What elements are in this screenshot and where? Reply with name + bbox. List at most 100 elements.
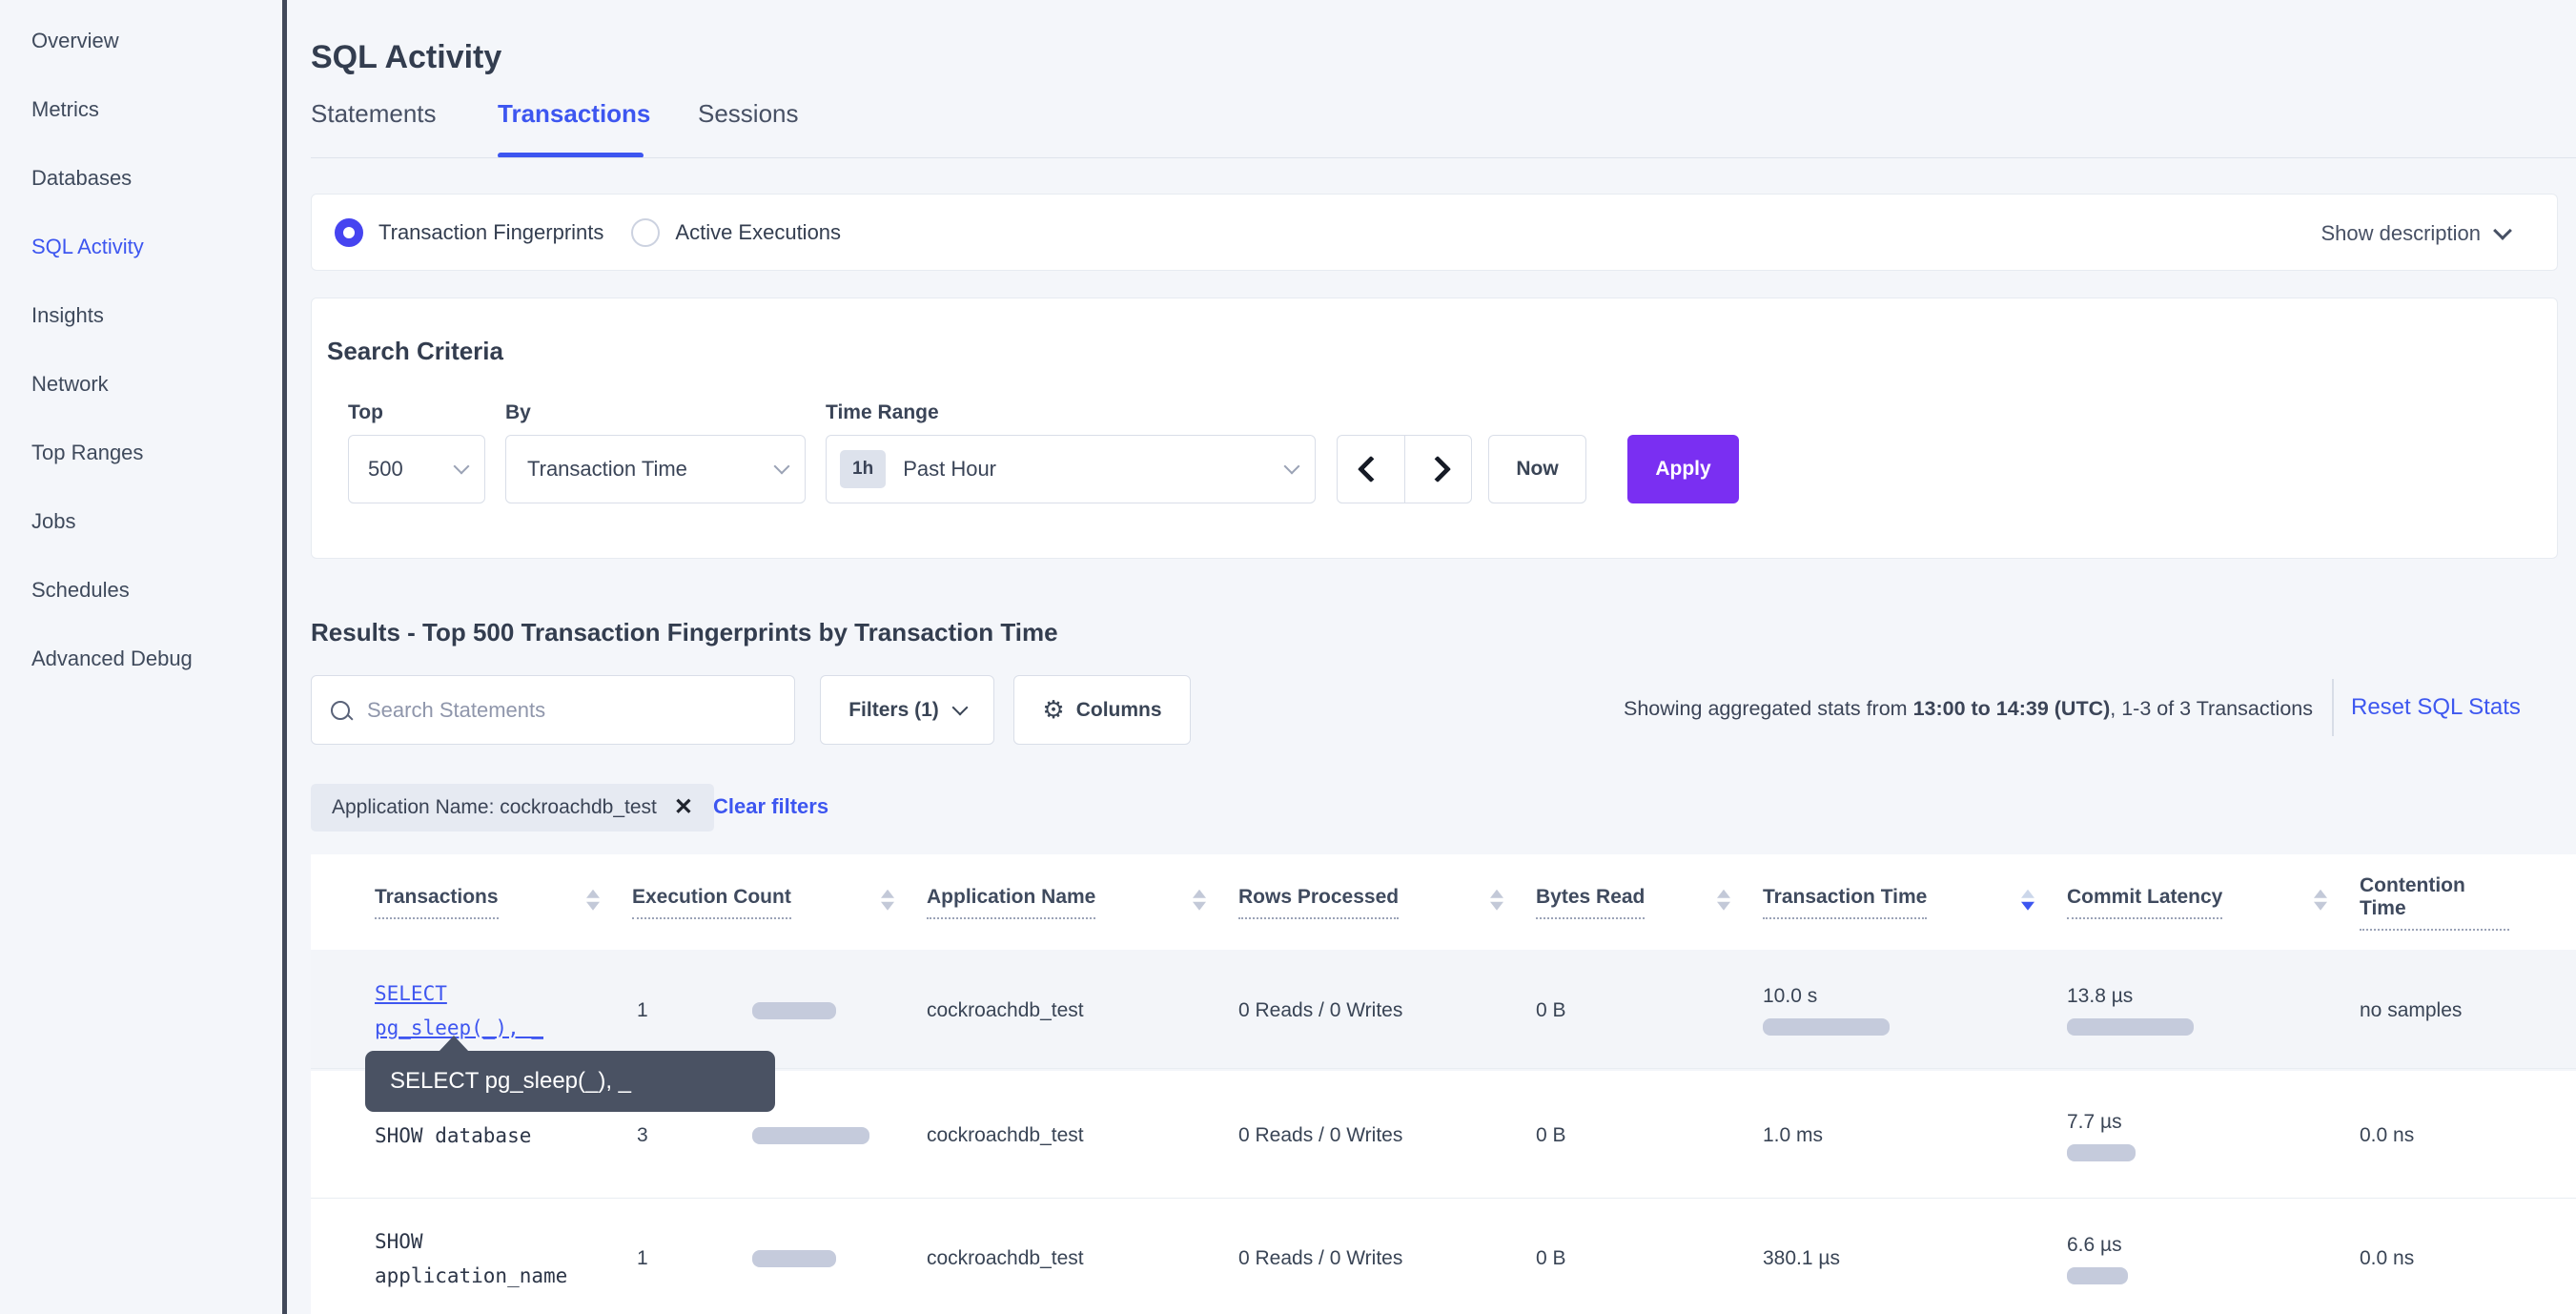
sidebar-item-jobs[interactable]: Jobs: [0, 487, 282, 556]
transaction-time-value: 10.0 s: [1763, 985, 2067, 1008]
contention-time-cell: 0.0 ns: [2360, 1124, 2576, 1147]
sidebar-item-sql-activity[interactable]: SQL Activity: [0, 213, 282, 281]
commit-latency-cell: 6.6 µs: [2067, 1234, 2360, 1284]
column-header-bytes-read: Bytes Read: [1536, 886, 1763, 919]
application-name-cell: cockroachdb_test: [927, 1247, 1238, 1270]
filters-button[interactable]: Filters (1): [820, 675, 994, 745]
chevron-down-icon: [1284, 459, 1300, 475]
transaction-time-value: 1.0 ms: [1763, 1124, 2067, 1147]
sidebar-item-overview[interactable]: Overview: [0, 7, 282, 75]
sort-icon[interactable]: [2314, 890, 2327, 911]
chevron-right-icon: [1424, 456, 1451, 482]
sidebar: Overview Metrics Databases SQL Activity …: [0, 0, 282, 1314]
sort-icon[interactable]: [1193, 890, 1206, 911]
column-header-rows-processed: Rows Processed: [1238, 886, 1536, 919]
transaction-time-cell: 380.1 µs: [1763, 1247, 2067, 1270]
time-range-badge: 1h: [840, 450, 886, 488]
sidebar-item-network[interactable]: Network: [0, 350, 282, 419]
execution-count-bar: [752, 1127, 869, 1144]
aggregated-stats-text: Showing aggregated stats from 13:00 to 1…: [1556, 697, 2313, 721]
table-row[interactable]: SHOW application_name 1 cockroachdb_test…: [311, 1201, 2576, 1314]
column-header-transaction-time: Transaction Time: [1763, 886, 2067, 919]
commit-latency-value: 7.7 µs: [2067, 1111, 2360, 1134]
radio-transaction-fingerprints[interactable]: [335, 218, 363, 247]
reset-sql-stats-link[interactable]: Reset SQL Stats: [2351, 694, 2521, 721]
radio-active-executions[interactable]: [631, 218, 660, 247]
commit-latency-value: 13.8 µs: [2067, 985, 2360, 1008]
apply-button[interactable]: Apply: [1627, 435, 1739, 503]
transaction-time-cell: 10.0 s: [1763, 985, 2067, 1036]
chevron-down-icon: [454, 459, 470, 475]
search-icon: [331, 701, 350, 720]
column-header-label[interactable]: Bytes Read: [1536, 886, 1645, 919]
by-select-value: Transaction Time: [527, 457, 687, 482]
column-header-label[interactable]: Commit Latency: [2067, 886, 2222, 919]
sort-icon[interactable]: [586, 890, 600, 911]
tooltip-arrow: [439, 1036, 469, 1052]
filter-chip-application-name: Application Name: cockroachdb_test ✕: [311, 784, 714, 832]
sidebar-item-top-ranges[interactable]: Top Ranges: [0, 419, 282, 487]
execution-count-cell: 3: [632, 1124, 927, 1147]
sidebar-item-advanced-debug[interactable]: Advanced Debug: [0, 625, 282, 693]
column-header-label[interactable]: Contention Time: [2360, 874, 2509, 931]
execution-count-cell: 1: [632, 1247, 927, 1270]
stats-separator: [2332, 679, 2334, 736]
page-title: SQL Activity: [311, 39, 501, 76]
next-time-range-button[interactable]: [1404, 436, 1472, 503]
search-criteria-title: Search Criteria: [327, 337, 503, 366]
execution-count-cell: 1: [632, 999, 927, 1022]
column-header-label[interactable]: Transaction Time: [1763, 886, 1927, 919]
radio-label-transaction-fingerprints[interactable]: Transaction Fingerprints: [378, 220, 603, 245]
chevron-down-icon: [951, 699, 968, 715]
column-header-transactions: Transactions: [375, 886, 632, 919]
sort-icon[interactable]: [881, 890, 894, 911]
column-header-label[interactable]: Transactions: [375, 886, 499, 919]
by-select[interactable]: Transaction Time: [505, 435, 806, 503]
top-select-value: 500: [368, 457, 403, 482]
columns-button[interactable]: ⚙ Columns: [1013, 675, 1191, 745]
execution-count-value: 1: [637, 999, 752, 1022]
tab-transactions[interactable]: Transactions: [498, 99, 650, 129]
sidebar-item-insights[interactable]: Insights: [0, 281, 282, 350]
column-header-label[interactable]: Application Name: [927, 886, 1095, 919]
transaction-fingerprint-text[interactable]: SHOW database: [375, 1119, 575, 1153]
transaction-fingerprint-link[interactable]: SELECT pg_sleep(_), _: [375, 976, 575, 1045]
search-statements-input[interactable]: [365, 697, 750, 724]
rows-processed-cell: 0 Reads / 0 Writes: [1238, 999, 1536, 1022]
sidebar-item-metrics[interactable]: Metrics: [0, 75, 282, 144]
radio-label-active-executions[interactable]: Active Executions: [675, 220, 841, 245]
tab-sessions[interactable]: Sessions: [698, 99, 799, 129]
stats-range: 13:00 to 14:39 (UTC): [1913, 697, 2111, 720]
close-icon[interactable]: ✕: [674, 796, 693, 819]
sidebar-item-schedules[interactable]: Schedules: [0, 556, 282, 625]
show-description-label: Show description: [2320, 221, 2481, 246]
sidebar-item-databases[interactable]: Databases: [0, 144, 282, 213]
clear-filters-link[interactable]: Clear filters: [713, 794, 828, 819]
stats-prefix: Showing aggregated stats from: [1624, 697, 1913, 720]
column-header-commit-latency: Commit Latency: [2067, 886, 2360, 919]
execution-count-value: 3: [637, 1124, 752, 1147]
sort-icon[interactable]: [1717, 890, 1730, 911]
sort-icon[interactable]: [1490, 890, 1503, 911]
commit-latency-bar: [2067, 1267, 2128, 1284]
statement-tooltip: SELECT pg_sleep(_), _: [365, 1051, 775, 1112]
transaction-fingerprint-text[interactable]: SHOW application_name: [375, 1224, 575, 1293]
chevron-down-icon: [774, 459, 790, 475]
show-description-toggle[interactable]: Show description: [2320, 195, 2509, 272]
tabs-divider: [311, 157, 2576, 158]
bytes-read-cell: 0 B: [1536, 1124, 1763, 1147]
column-header-application-name: Application Name: [927, 886, 1238, 919]
previous-time-range-button[interactable]: [1338, 436, 1404, 503]
column-header-label[interactable]: Execution Count: [632, 886, 791, 919]
commit-latency-value: 6.6 µs: [2067, 1234, 2360, 1257]
time-range-select[interactable]: 1h Past Hour: [826, 435, 1316, 503]
sql-activity-page: Overview Metrics Databases SQL Activity …: [0, 0, 2576, 1314]
rows-processed-cell: 0 Reads / 0 Writes: [1238, 1247, 1536, 1270]
top-select[interactable]: 500: [348, 435, 485, 503]
sort-desc-icon[interactable]: [2021, 890, 2034, 911]
tab-statements[interactable]: Statements: [311, 99, 437, 129]
column-header-label[interactable]: Rows Processed: [1238, 886, 1399, 919]
row-divider: [311, 1198, 2576, 1199]
application-name-cell: cockroachdb_test: [927, 999, 1238, 1022]
now-button[interactable]: Now: [1488, 435, 1586, 503]
